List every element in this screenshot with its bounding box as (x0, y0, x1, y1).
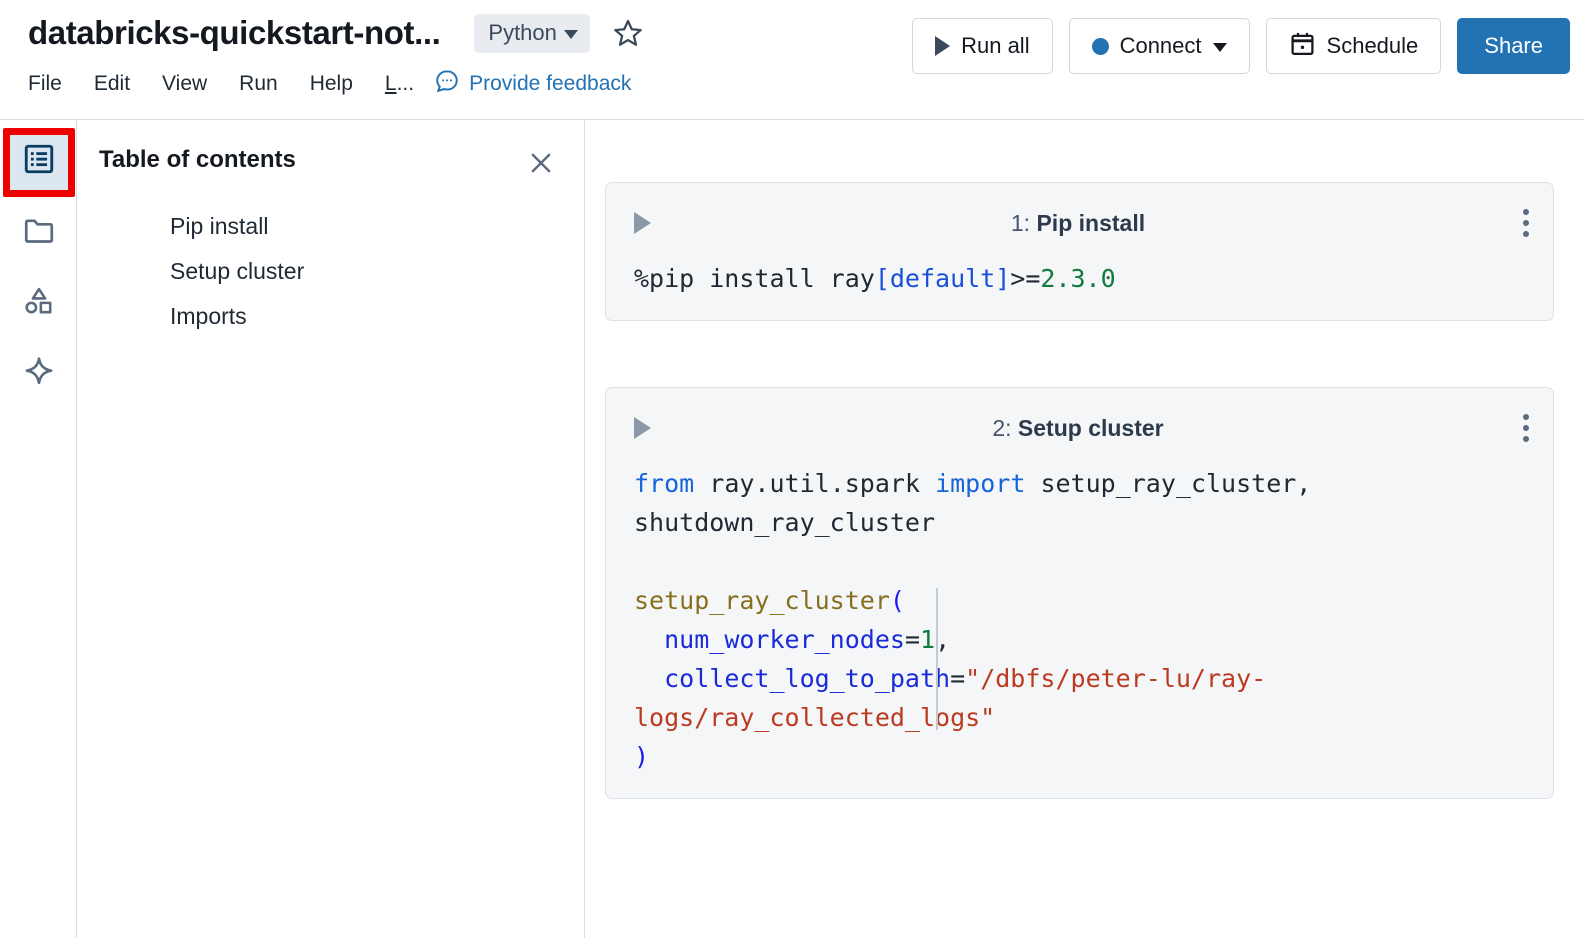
menu-item-run[interactable]: Run (223, 68, 294, 100)
toc-title: Table of contents (99, 146, 296, 174)
menu-item-edit[interactable]: Edit (78, 68, 146, 100)
list-box-icon (22, 142, 56, 181)
chevron-down-icon (564, 30, 578, 39)
sidebar-item-workspace[interactable] (0, 197, 77, 268)
cell-code[interactable]: %pip install ray[default]>=2.3.0 (606, 245, 1553, 298)
menu-item-truncated[interactable]: L... (369, 68, 422, 100)
play-icon (935, 36, 950, 56)
cell-title: 1: Pip install (637, 210, 1519, 237)
close-x-icon[interactable] (524, 146, 558, 180)
calendar-icon (1289, 30, 1316, 63)
cell-number: 2: (992, 415, 1011, 441)
share-button[interactable]: Share (1457, 18, 1570, 74)
language-selector[interactable]: Python (474, 14, 590, 53)
shapes-icon (22, 284, 56, 323)
toc-entry-list: Pip install Setup cluster Imports (99, 204, 558, 339)
menu-item-truncated-ellipsis: ... (397, 72, 415, 95)
run-all-label: Run all (961, 33, 1029, 59)
kebab-menu-icon[interactable] (1519, 410, 1533, 446)
language-label: Python (488, 20, 557, 46)
chevron-down-icon (1213, 43, 1227, 52)
menu-item-truncated-letter: L (385, 72, 397, 95)
cell-title: 2: Setup cluster (637, 415, 1519, 442)
menu-item-help[interactable]: Help (294, 68, 369, 100)
sidebar-item-catalog[interactable] (0, 268, 77, 339)
header-toolbar: Run all Connect Schedule Share (912, 18, 1570, 74)
selected-highlight (9, 132, 69, 192)
comment-bubble-icon (434, 68, 460, 100)
cell-header: 1: Pip install (606, 201, 1553, 245)
sidebar-item-table-of-contents[interactable] (0, 126, 77, 197)
toc-entry-setup-cluster[interactable]: Setup cluster (99, 249, 558, 294)
connect-label: Connect (1120, 33, 1202, 59)
connect-button[interactable]: Connect (1069, 18, 1250, 74)
kebab-menu-icon[interactable] (1519, 205, 1533, 241)
menu-item-file[interactable]: File (28, 68, 78, 100)
status-dot-icon (1092, 38, 1109, 55)
notebook-cell: 1: Pip install %pip install ray[default]… (605, 182, 1554, 321)
provide-feedback-link[interactable]: Provide feedback (434, 68, 631, 100)
table-of-contents-panel: Table of contents Pip install Setup clus… (77, 120, 585, 938)
sparkle-icon (22, 355, 56, 394)
share-label: Share (1484, 33, 1543, 59)
star-outline-icon[interactable] (612, 17, 644, 49)
cell-header: 2: Setup cluster (606, 406, 1553, 450)
folder-icon (22, 213, 56, 252)
notebook-canvas: 1: Pip install %pip install ray[default]… (585, 120, 1584, 938)
toc-entry-pip-install[interactable]: Pip install (99, 204, 558, 249)
schedule-button[interactable]: Schedule (1266, 18, 1442, 74)
provide-feedback-label: Provide feedback (469, 72, 631, 96)
cell-heading: Setup cluster (1018, 415, 1164, 441)
menu-item-view[interactable]: View (146, 68, 223, 100)
toc-entry-imports[interactable]: Imports (99, 294, 558, 339)
icon-rail (0, 120, 77, 938)
cell-number: 1: (1011, 210, 1030, 236)
cell-heading: Pip install (1036, 210, 1145, 236)
app-body: Table of contents Pip install Setup clus… (0, 120, 1584, 938)
cell-code[interactable]: from ray.util.spark import setup_ray_clu… (606, 450, 1553, 776)
app-header: databricks-quickstart-not... Python File… (0, 0, 1584, 120)
sidebar-item-assistant[interactable] (0, 339, 77, 410)
toc-header: Table of contents (99, 146, 558, 180)
notebook-cell: 2: Setup cluster from ray.util.spark imp… (605, 387, 1554, 799)
run-all-button[interactable]: Run all (912, 18, 1052, 74)
schedule-label: Schedule (1327, 33, 1419, 59)
page-title: databricks-quickstart-not... (28, 14, 440, 52)
